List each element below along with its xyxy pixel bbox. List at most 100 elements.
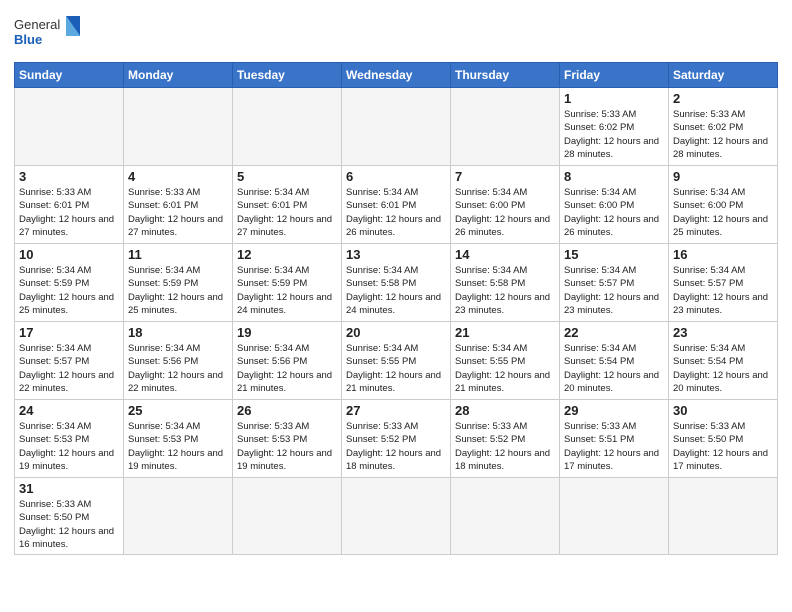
calendar-cell: 17Sunrise: 5:34 AM Sunset: 5:57 PM Dayli… (15, 322, 124, 400)
day-number: 5 (237, 169, 337, 184)
calendar-cell (233, 88, 342, 166)
col-friday: Friday (560, 63, 669, 88)
day-number: 3 (19, 169, 119, 184)
calendar-cell: 20 Sunrise: 5:34 AM Sunset: 5:55 PM Dayli… (342, 322, 451, 400)
calendar-cell: 29 Sunrise: 5:33 AM Sunset: 5:51 PM Dayli… (560, 400, 669, 478)
day-info: Sunrise: 5:34 AM Sunset: 5:54 PM Dayligh… (564, 342, 664, 395)
day-number: 25 (128, 403, 228, 418)
calendar-cell: 24Sunrise: 5:34 AM Sunset: 5:53 PM Dayli… (15, 400, 124, 478)
calendar-cell (560, 478, 669, 555)
calendar-cell (15, 88, 124, 166)
col-monday: Monday (124, 63, 233, 88)
day-info: Sunrise: 5:33 AM Sunset: 6:02 PM Dayligh… (673, 108, 773, 161)
calendar-cell: 3 Sunrise: 5:33 AM Sunset: 6:01 PM Daylig… (15, 166, 124, 244)
calendar-week-row: 17Sunrise: 5:34 AM Sunset: 5:57 PM Dayli… (15, 322, 778, 400)
day-number: 11 (128, 247, 228, 262)
day-number: 4 (128, 169, 228, 184)
day-number: 12 (237, 247, 337, 262)
calendar-cell (342, 478, 451, 555)
day-info: Sunrise: 5:34 AM Sunset: 5:53 PM Dayligh… (128, 420, 228, 473)
day-info: Sunrise: 5:34 AM Sunset: 5:58 PM Dayligh… (455, 264, 555, 317)
calendar-cell: 2 Sunrise: 5:33 AM Sunset: 6:02 PM Daylig… (669, 88, 778, 166)
day-number: 31 (19, 481, 119, 496)
calendar-week-row: 1 Sunrise: 5:33 AM Sunset: 6:02 PM Daylig… (15, 88, 778, 166)
calendar-cell: 30 Sunrise: 5:33 AM Sunset: 5:50 PM Dayli… (669, 400, 778, 478)
day-info: Sunrise: 5:34 AM Sunset: 5:56 PM Dayligh… (128, 342, 228, 395)
calendar-cell: 21 Sunrise: 5:34 AM Sunset: 5:55 PM Dayli… (451, 322, 560, 400)
calendar-cell: 18Sunrise: 5:34 AM Sunset: 5:56 PM Dayli… (124, 322, 233, 400)
col-saturday: Saturday (669, 63, 778, 88)
day-info: Sunrise: 5:34 AM Sunset: 5:59 PM Dayligh… (19, 264, 119, 317)
day-info: Sunrise: 5:33 AM Sunset: 5:51 PM Dayligh… (564, 420, 664, 473)
day-number: 7 (455, 169, 555, 184)
day-info: Sunrise: 5:33 AM Sunset: 6:01 PM Dayligh… (128, 186, 228, 239)
day-info: Sunrise: 5:34 AM Sunset: 5:57 PM Dayligh… (673, 264, 773, 317)
day-info: Sunrise: 5:33 AM Sunset: 5:53 PM Dayligh… (237, 420, 337, 473)
day-info: Sunrise: 5:34 AM Sunset: 5:53 PM Dayligh… (19, 420, 119, 473)
calendar-cell: 14 Sunrise: 5:34 AM Sunset: 5:58 PM Dayli… (451, 244, 560, 322)
day-info: Sunrise: 5:34 AM Sunset: 5:55 PM Dayligh… (346, 342, 446, 395)
day-info: Sunrise: 5:34 AM Sunset: 5:57 PM Dayligh… (19, 342, 119, 395)
day-number: 2 (673, 91, 773, 106)
calendar-week-row: 24Sunrise: 5:34 AM Sunset: 5:53 PM Dayli… (15, 400, 778, 478)
day-info: Sunrise: 5:34 AM Sunset: 6:01 PM Dayligh… (346, 186, 446, 239)
calendar-cell: 15 Sunrise: 5:34 AM Sunset: 5:57 PM Dayli… (560, 244, 669, 322)
svg-text:General: General (14, 17, 60, 32)
day-info: Sunrise: 5:34 AM Sunset: 5:56 PM Dayligh… (237, 342, 337, 395)
calendar-cell: 26 Sunrise: 5:33 AM Sunset: 5:53 PM Dayli… (233, 400, 342, 478)
calendar-cell: 25 Sunrise: 5:34 AM Sunset: 5:53 PM Dayli… (124, 400, 233, 478)
day-number: 21 (455, 325, 555, 340)
day-info: Sunrise: 5:33 AM Sunset: 5:50 PM Dayligh… (19, 498, 119, 551)
day-number: 1 (564, 91, 664, 106)
day-number: 9 (673, 169, 773, 184)
day-number: 30 (673, 403, 773, 418)
logo-svg: General Blue (14, 14, 82, 56)
header: General Blue (14, 10, 778, 56)
calendar-cell (451, 88, 560, 166)
calendar-week-row: 10 Sunrise: 5:34 AM Sunset: 5:59 PM Dayli… (15, 244, 778, 322)
calendar-cell: 8Sunrise: 5:34 AM Sunset: 6:00 PM Daylig… (560, 166, 669, 244)
day-info: Sunrise: 5:34 AM Sunset: 5:59 PM Dayligh… (237, 264, 337, 317)
calendar-cell: 23Sunrise: 5:34 AM Sunset: 5:54 PM Dayli… (669, 322, 778, 400)
day-number: 26 (237, 403, 337, 418)
calendar-header-row: Sunday Monday Tuesday Wednesday Thursday… (15, 63, 778, 88)
calendar-cell: 10 Sunrise: 5:34 AM Sunset: 5:59 PM Dayli… (15, 244, 124, 322)
day-info: Sunrise: 5:34 AM Sunset: 5:57 PM Dayligh… (564, 264, 664, 317)
day-number: 10 (19, 247, 119, 262)
calendar-cell: 6 Sunrise: 5:34 AM Sunset: 6:01 PM Daylig… (342, 166, 451, 244)
calendar-cell (124, 478, 233, 555)
col-wednesday: Wednesday (342, 63, 451, 88)
calendar-cell: 5 Sunrise: 5:34 AM Sunset: 6:01 PM Daylig… (233, 166, 342, 244)
day-number: 15 (564, 247, 664, 262)
day-info: Sunrise: 5:33 AM Sunset: 5:52 PM Dayligh… (346, 420, 446, 473)
day-number: 16 (673, 247, 773, 262)
day-info: Sunrise: 5:34 AM Sunset: 6:00 PM Dayligh… (455, 186, 555, 239)
col-thursday: Thursday (451, 63, 560, 88)
day-info: Sunrise: 5:34 AM Sunset: 6:01 PM Dayligh… (237, 186, 337, 239)
day-number: 6 (346, 169, 446, 184)
day-number: 29 (564, 403, 664, 418)
svg-text:Blue: Blue (14, 32, 42, 47)
day-info: Sunrise: 5:34 AM Sunset: 5:55 PM Dayligh… (455, 342, 555, 395)
calendar-cell: 19Sunrise: 5:34 AM Sunset: 5:56 PM Dayli… (233, 322, 342, 400)
calendar-cell (124, 88, 233, 166)
calendar-cell: 9 Sunrise: 5:34 AM Sunset: 6:00 PM Daylig… (669, 166, 778, 244)
day-info: Sunrise: 5:33 AM Sunset: 6:01 PM Dayligh… (19, 186, 119, 239)
calendar-cell: 7 Sunrise: 5:34 AM Sunset: 6:00 PM Daylig… (451, 166, 560, 244)
col-tuesday: Tuesday (233, 63, 342, 88)
day-info: Sunrise: 5:34 AM Sunset: 6:00 PM Dayligh… (673, 186, 773, 239)
calendar-week-row: 3 Sunrise: 5:33 AM Sunset: 6:01 PM Daylig… (15, 166, 778, 244)
day-info: Sunrise: 5:34 AM Sunset: 5:58 PM Dayligh… (346, 264, 446, 317)
calendar-cell: 27Sunrise: 5:33 AM Sunset: 5:52 PM Dayli… (342, 400, 451, 478)
day-number: 20 (346, 325, 446, 340)
calendar: Sunday Monday Tuesday Wednesday Thursday… (14, 62, 778, 555)
calendar-cell: 1Sunrise: 5:33 AM Sunset: 6:02 PM Daylig… (560, 88, 669, 166)
day-number: 13 (346, 247, 446, 262)
calendar-cell: 4 Sunrise: 5:33 AM Sunset: 6:01 PM Daylig… (124, 166, 233, 244)
logo: General Blue (14, 14, 82, 56)
calendar-cell: 11Sunrise: 5:34 AM Sunset: 5:59 PM Dayli… (124, 244, 233, 322)
day-info: Sunrise: 5:33 AM Sunset: 5:50 PM Dayligh… (673, 420, 773, 473)
day-number: 14 (455, 247, 555, 262)
calendar-week-row: 31 Sunrise: 5:33 AM Sunset: 5:50 PM Dayli… (15, 478, 778, 555)
col-sunday: Sunday (15, 63, 124, 88)
